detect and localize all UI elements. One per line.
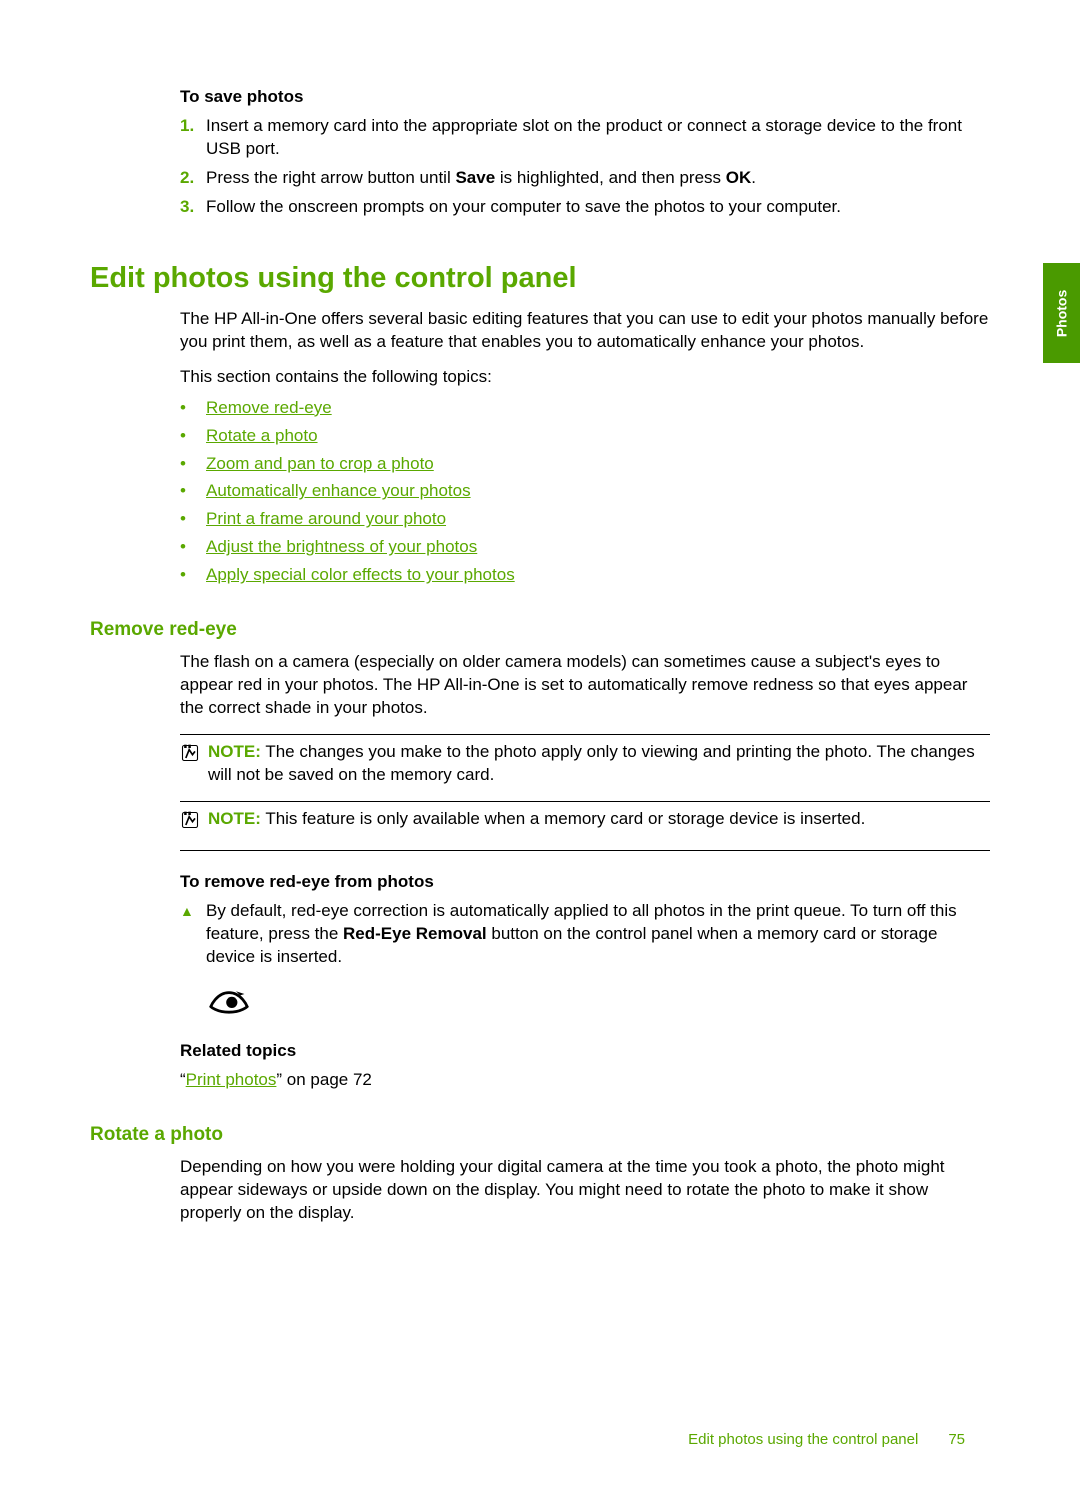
link-print-photos[interactable]: Print photos — [186, 1070, 277, 1089]
save-photos-steps: 1. Insert a memory card into the appropr… — [180, 115, 990, 219]
link-auto-enhance[interactable]: Automatically enhance your photos — [206, 480, 471, 503]
rotate-paragraph: Depending on how you were holding your d… — [180, 1156, 990, 1225]
note-block: NOTE: The changes you make to the photo … — [180, 741, 990, 787]
bullet-dot: • — [180, 536, 206, 559]
h2-remove-red-eye: Remove red-eye — [90, 617, 990, 643]
save-photos-heading: To save photos — [180, 86, 990, 109]
intro-paragraph-2: This section contains the following topi… — [180, 366, 990, 389]
page-content: To save photos 1. Insert a memory card i… — [0, 0, 1080, 1224]
footer-page-number: 75 — [948, 1430, 965, 1450]
note-label: NOTE: — [208, 742, 261, 761]
redeye-proc-heading: To remove red-eye from photos — [180, 871, 990, 894]
red-eye-icon — [208, 987, 990, 1022]
triangle-marker: ▲ — [180, 900, 206, 969]
note-icon — [180, 741, 208, 770]
h2-rotate-photo: Rotate a photo — [90, 1122, 990, 1148]
step-body: Follow the onscreen prompts on your comp… — [206, 196, 990, 219]
related-topics-heading: Related topics — [180, 1040, 990, 1063]
link-adjust-brightness[interactable]: Adjust the brightness of your photos — [206, 536, 477, 559]
topic-links: •Remove red-eye •Rotate a photo •Zoom an… — [180, 397, 990, 588]
note-text-2: This feature is only available when a me… — [265, 809, 865, 828]
bullet-dot: • — [180, 480, 206, 503]
note-icon — [180, 808, 208, 837]
bullet-dot: • — [180, 453, 206, 476]
link-rotate-photo[interactable]: Rotate a photo — [206, 425, 318, 448]
related-topic-line: “Print photos” on page 72 — [180, 1069, 990, 1092]
redeye-step-body: By default, red-eye correction is automa… — [206, 900, 990, 969]
note-block: NOTE: This feature is only available whe… — [180, 808, 990, 837]
step-body: Press the right arrow button until Save … — [206, 167, 990, 190]
redeye-steps: ▲ By default, red-eye correction is auto… — [180, 900, 990, 969]
step-marker: 1. — [180, 115, 206, 161]
h1-edit-photos: Edit photos using the control panel — [90, 259, 990, 298]
page-footer: Edit photos using the control panel 75 — [0, 1430, 1080, 1450]
link-print-frame[interactable]: Print a frame around your photo — [206, 508, 446, 531]
footer-title: Edit photos using the control panel — [688, 1430, 918, 1450]
bullet-dot: • — [180, 397, 206, 420]
step-marker: 3. — [180, 196, 206, 219]
redeye-paragraph: The flash on a camera (especially on old… — [180, 651, 990, 720]
bullet-dot: • — [180, 508, 206, 531]
note-label: NOTE: — [208, 809, 261, 828]
link-remove-red-eye[interactable]: Remove red-eye — [206, 397, 332, 420]
link-color-effects[interactable]: Apply special color effects to your phot… — [206, 564, 515, 587]
link-zoom-pan[interactable]: Zoom and pan to crop a photo — [206, 453, 434, 476]
bullet-dot: • — [180, 564, 206, 587]
step-body: Insert a memory card into the appropriat… — [206, 115, 990, 161]
intro-paragraph: The HP All-in-One offers several basic e… — [180, 308, 990, 354]
bullet-dot: • — [180, 425, 206, 448]
step-marker: 2. — [180, 167, 206, 190]
